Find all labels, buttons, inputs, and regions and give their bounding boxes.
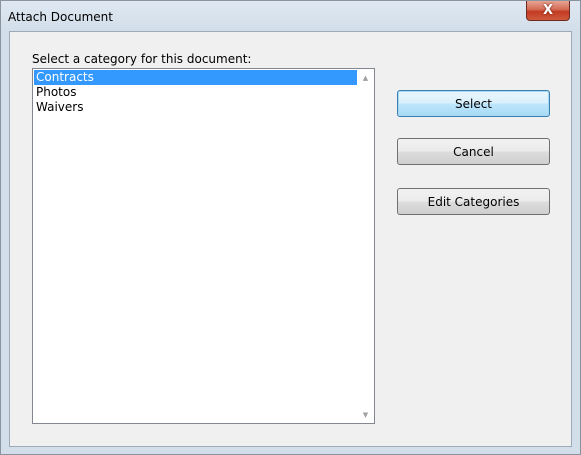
dialog-client-area: Select a category for this document: Con… <box>9 31 572 447</box>
scroll-down-arrow-icon[interactable]: ▼ <box>357 406 374 423</box>
window-title: Attach Document <box>8 10 113 24</box>
list-item-contracts[interactable]: Contracts <box>34 70 358 85</box>
vertical-scrollbar[interactable]: ▲ ▼ <box>357 69 374 423</box>
edit-categories-button[interactable]: Edit Categories <box>397 188 550 215</box>
category-listbox[interactable]: Contracts Photos Waivers ▲ ▼ <box>32 68 375 424</box>
category-prompt-label: Select a category for this document: <box>32 52 252 66</box>
close-button[interactable]: X <box>526 1 570 21</box>
select-button[interactable]: Select <box>397 90 550 117</box>
category-list: Contracts Photos Waivers <box>34 70 358 115</box>
title-bar[interactable]: Attach Document X <box>1 1 580 31</box>
cancel-button[interactable]: Cancel <box>397 138 550 165</box>
close-icon: X <box>542 3 554 18</box>
attach-document-window: Attach Document X Select a category for … <box>0 0 581 455</box>
scroll-up-arrow-icon[interactable]: ▲ <box>357 69 374 86</box>
list-item-waivers[interactable]: Waivers <box>34 100 358 115</box>
list-item-photos[interactable]: Photos <box>34 85 358 100</box>
